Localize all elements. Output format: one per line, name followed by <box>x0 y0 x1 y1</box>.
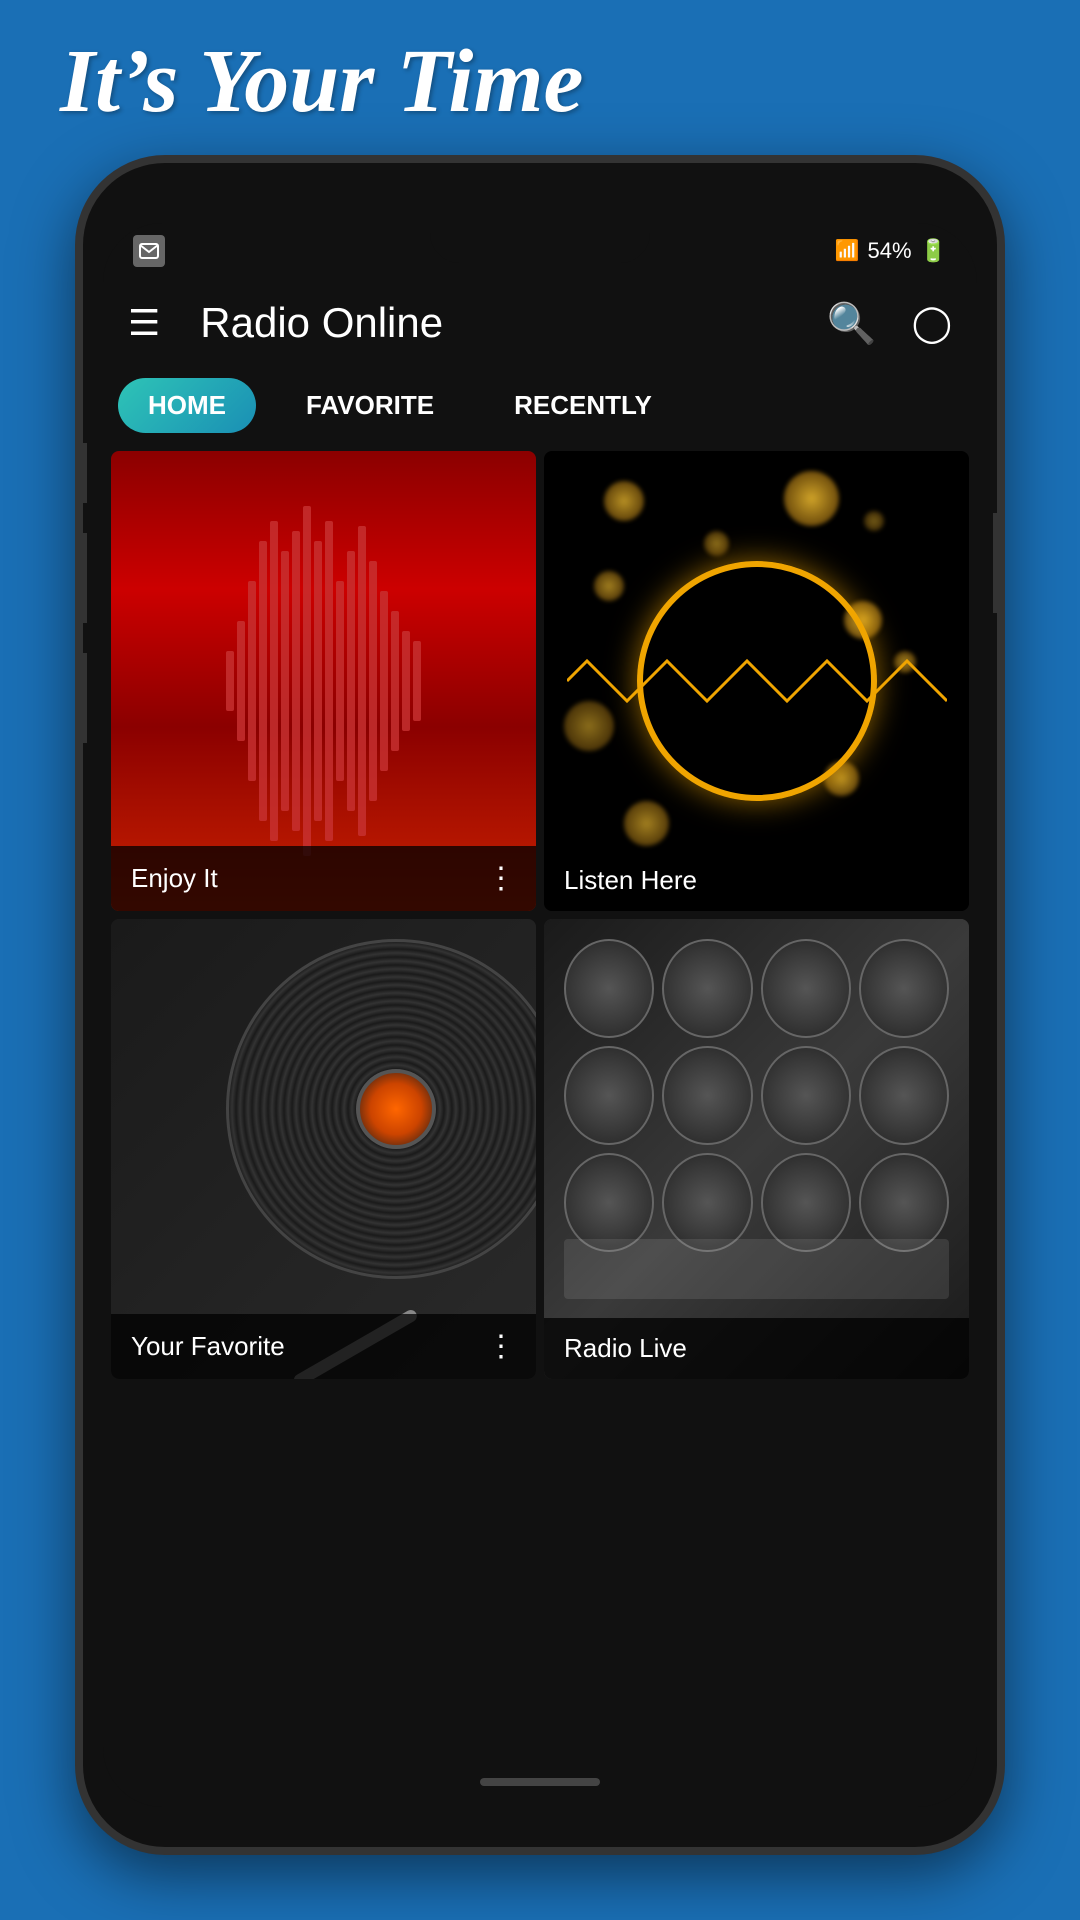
knob-11 <box>761 1153 851 1252</box>
knob-10 <box>662 1153 752 1252</box>
knob-1 <box>564 939 654 1038</box>
notch <box>430 223 650 263</box>
card-3-menu[interactable]: ⋮ <box>486 1329 516 1364</box>
battery-percent: 54% <box>868 238 912 264</box>
card-1-title: Enjoy It <box>131 863 218 894</box>
radio-card-listen-here[interactable]: Listen Here <box>544 451 969 911</box>
fader-area <box>564 1239 949 1299</box>
radio-card-radio-live[interactable]: Radio Live <box>544 919 969 1379</box>
knob-12 <box>859 1153 949 1252</box>
knob-7 <box>761 1046 851 1145</box>
battery-icon: 🔋 <box>920 238 947 264</box>
tab-favorite[interactable]: FAVORITE <box>276 378 464 433</box>
card-2-label: Listen Here <box>544 850 969 911</box>
card-3-title: Your Favorite <box>131 1331 285 1362</box>
hamburger-icon[interactable]: ☰ <box>128 302 160 344</box>
more-options-icon[interactable]: ◯ <box>912 302 952 344</box>
radio-grid: Enjoy It ⋮ <box>103 443 977 1387</box>
knob-8 <box>859 1046 949 1145</box>
card-3-label: Your Favorite ⋮ <box>111 1314 536 1379</box>
radio-card-enjoy-it[interactable]: Enjoy It ⋮ <box>111 451 536 911</box>
waveform-visual <box>111 451 536 911</box>
mixer-knobs <box>544 919 969 1379</box>
card-4-title: Radio Live <box>564 1333 687 1364</box>
search-icon[interactable]: 🔍 <box>827 300 877 347</box>
card-1-menu[interactable]: ⋮ <box>486 861 516 896</box>
phone-frame: 📶 54% 🔋 ☰ Radio Online 🔍 ◯ HOME FAVORITE… <box>75 155 1005 1855</box>
status-right: 📶 54% 🔋 <box>835 238 947 264</box>
mute-button <box>75 443 87 503</box>
bottom-bar <box>103 1757 977 1807</box>
app-title: Radio Online <box>200 299 807 347</box>
card-1-label: Enjoy It ⋮ <box>111 846 536 911</box>
vinyl-center <box>356 1069 436 1149</box>
sine-wave <box>567 651 947 711</box>
knob-4 <box>859 939 949 1038</box>
knob-5 <box>564 1046 654 1145</box>
home-indicator <box>480 1778 600 1786</box>
radio-card-your-favorite[interactable]: Your Favorite ⋮ <box>111 919 536 1379</box>
page-header: It’s Your Time <box>60 30 583 133</box>
tab-bar: HOME FAVORITE RECENTLY <box>103 368 977 443</box>
bokeh-visual <box>544 451 969 911</box>
knob-6 <box>662 1046 752 1145</box>
knob-3 <box>761 939 851 1038</box>
tab-recently[interactable]: RECENTLY <box>484 378 682 433</box>
notification-icon <box>133 235 165 267</box>
phone-screen: 📶 54% 🔋 ☰ Radio Online 🔍 ◯ HOME FAVORITE… <box>103 223 977 1807</box>
tab-home[interactable]: HOME <box>118 378 256 433</box>
status-left <box>133 235 165 267</box>
volume-up-button <box>75 533 87 623</box>
power-button <box>993 513 1005 613</box>
card-2-title: Listen Here <box>564 865 697 896</box>
knob-9 <box>564 1153 654 1252</box>
signal-icon: 📶 <box>835 238 860 263</box>
card-4-label: Radio Live <box>544 1318 969 1379</box>
app-header: ☰ Radio Online 🔍 ◯ <box>103 278 977 368</box>
knob-2 <box>662 939 752 1038</box>
volume-down-button <box>75 653 87 743</box>
